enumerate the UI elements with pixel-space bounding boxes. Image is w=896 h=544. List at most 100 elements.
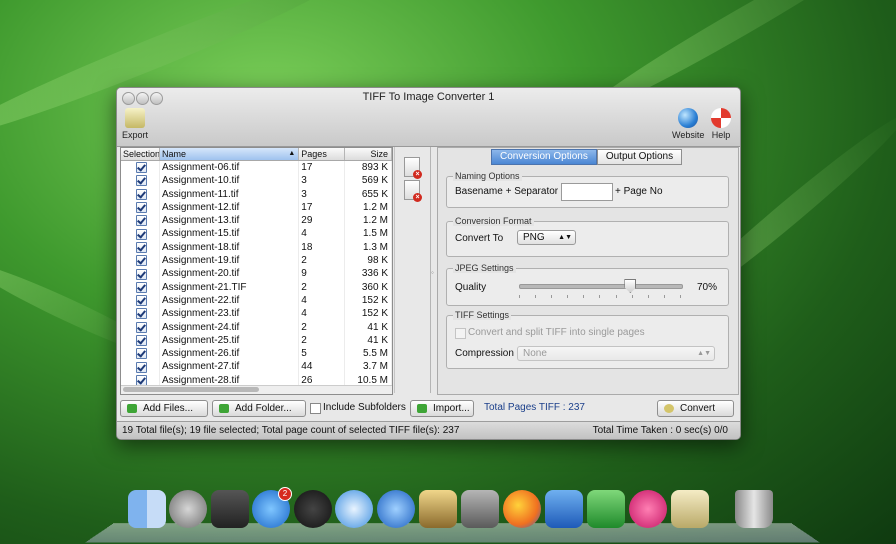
slider-tick: [551, 295, 553, 298]
convert-to-select[interactable]: PNG ▲▼: [517, 230, 576, 245]
slider-tick: [615, 295, 617, 298]
tab-conversion-options[interactable]: Conversion Options: [491, 149, 597, 165]
size-cell: 152 K: [345, 307, 392, 321]
file-list[interactable]: Selection Name ▲ Pages Size Assignment-06…: [120, 147, 393, 395]
splitter-grip-icon[interactable]: ◦: [431, 268, 434, 277]
website-label: Website: [672, 130, 705, 140]
sort-ascending-icon: ▲: [288, 150, 296, 157]
row-select-checkbox[interactable]: [135, 281, 147, 293]
table-row[interactable]: Assignment-24.tif 2 41 K: [121, 320, 392, 334]
table-row[interactable]: Assignment-25.tif 2 41 K: [121, 333, 392, 348]
row-select-checkbox[interactable]: [135, 348, 147, 360]
name-cell: Assignment-27.tif: [160, 360, 300, 374]
split-tiff-checkbox[interactable]: [455, 328, 466, 339]
name-column-header[interactable]: Name ▲: [160, 148, 300, 160]
size-cell: 893 K: [345, 161, 392, 175]
table-row[interactable]: Assignment-18.tif 18 1.3 M: [121, 240, 392, 255]
tiff-converter-icon[interactable]: [671, 490, 709, 528]
finder-icon[interactable]: [128, 490, 166, 528]
firefox-icon[interactable]: [503, 490, 541, 528]
quality-slider[interactable]: [519, 279, 683, 293]
convert-button[interactable]: Convert: [657, 400, 734, 417]
table-row[interactable]: Assignment-26.tif 5 5.5 M: [121, 347, 392, 361]
conversion-format-title: Conversion Format: [453, 216, 534, 226]
table-row[interactable]: Assignment-27.tif 44 3.7 M: [121, 360, 392, 374]
table-row[interactable]: Assignment-15.tif 4 1.5 M: [121, 227, 392, 241]
name-cell: Assignment-22.tif: [160, 293, 300, 308]
row-select-checkbox[interactable]: [135, 188, 147, 200]
app-store-badge: 2: [278, 487, 292, 501]
website-button[interactable]: Website: [672, 108, 704, 140]
add-folder-label: Add Folder...: [235, 403, 292, 414]
row-select-checkbox[interactable]: [135, 268, 147, 280]
row-select-checkbox[interactable]: [135, 335, 147, 346]
basename-input[interactable]: [561, 183, 613, 201]
pages-cell: 2: [299, 280, 346, 294]
table-row[interactable]: Assignment-19.tif 2 98 K: [121, 254, 392, 268]
row-select-checkbox[interactable]: [135, 202, 147, 214]
scrollbar-thumb[interactable]: [123, 387, 259, 392]
include-subfolders-checkbox[interactable]: [310, 403, 321, 414]
row-select-checkbox[interactable]: [135, 321, 147, 333]
help-button[interactable]: Help: [708, 108, 734, 140]
excel-icon[interactable]: [587, 490, 625, 528]
compression-select[interactable]: None ▲▼: [517, 346, 715, 361]
safari-icon[interactable]: [335, 490, 373, 528]
table-row[interactable]: Assignment-22.tif 4 152 K: [121, 293, 392, 308]
word-icon[interactable]: [545, 490, 583, 528]
add-files-button[interactable]: Add Files...: [120, 400, 208, 417]
selection-column-header[interactable]: Selection: [121, 148, 161, 160]
export-button[interactable]: Export: [121, 108, 149, 140]
size-cell: 1.2 M: [345, 214, 392, 228]
row-select-checkbox[interactable]: [135, 175, 147, 187]
quality-slider-knob[interactable]: [624, 279, 637, 293]
import-label: Import...: [433, 403, 470, 414]
row-select-checkbox[interactable]: [135, 162, 147, 174]
row-select-checkbox[interactable]: [135, 361, 147, 373]
dashboard-icon[interactable]: [211, 490, 249, 528]
help-label: Help: [711, 130, 731, 140]
pages-cell: 17: [299, 200, 346, 215]
pages-cell: 3: [299, 187, 346, 201]
iphoto-icon[interactable]: [419, 490, 457, 528]
table-row[interactable]: Assignment-13.tif 29 1.2 M: [121, 214, 392, 228]
row-select-checkbox[interactable]: [135, 308, 147, 320]
heart-app-icon[interactable]: [629, 490, 667, 528]
table-row[interactable]: Assignment-21.TIF 2 360 K: [121, 280, 392, 294]
row-select-checkbox[interactable]: [135, 295, 147, 307]
table-row[interactable]: Assignment-06.tif 17 893 K: [121, 161, 392, 175]
system-preferences-icon[interactable]: [461, 490, 499, 528]
size-cell: 1.5 M: [345, 227, 392, 241]
row-select-checkbox[interactable]: [135, 228, 147, 240]
slider-tick: [631, 295, 633, 298]
launchpad-icon[interactable]: [169, 490, 207, 528]
dashboard-gauge-icon[interactable]: [294, 490, 332, 528]
table-row[interactable]: Assignment-11.tif 3 655 K: [121, 187, 392, 201]
table-row[interactable]: Assignment-10.tif 3 569 K: [121, 174, 392, 188]
import-button[interactable]: Import...: [410, 400, 474, 417]
remove-selected-button[interactable]: ×: [404, 157, 422, 179]
export-label: Export: [121, 130, 148, 140]
pages-cell: 4: [299, 307, 346, 321]
table-row[interactable]: Assignment-23.tif 4 152 K: [121, 307, 392, 321]
size-column-header[interactable]: Size: [345, 148, 392, 160]
row-select-checkbox[interactable]: [135, 241, 147, 253]
row-select-checkbox[interactable]: [135, 255, 147, 267]
row-select-checkbox[interactable]: [135, 215, 147, 227]
pages-column-header[interactable]: Pages: [299, 148, 346, 160]
itunes-icon[interactable]: [377, 490, 415, 528]
updown-arrows-icon: ▲▼: [697, 350, 711, 357]
add-folder-button[interactable]: Add Folder...: [212, 400, 306, 417]
naming-options-title: Naming Options: [453, 171, 522, 181]
remove-all-button[interactable]: ×: [404, 180, 422, 202]
table-row[interactable]: Assignment-20.tif 9 336 K: [121, 267, 392, 281]
table-row[interactable]: Assignment-12.tif 17 1.2 M: [121, 200, 392, 215]
horizontal-scrollbar[interactable]: [121, 385, 392, 394]
app-store-icon[interactable]: 2: [252, 487, 292, 528]
slider-tick: [647, 295, 649, 298]
total-pages-tiff: Total Pages TIFF : 237: [484, 402, 585, 413]
pages-cell: 2: [299, 254, 346, 268]
tab-output-options[interactable]: Output Options: [596, 149, 683, 165]
trash-icon[interactable]: [735, 490, 773, 528]
name-cell: Assignment-12.tif: [160, 200, 300, 215]
